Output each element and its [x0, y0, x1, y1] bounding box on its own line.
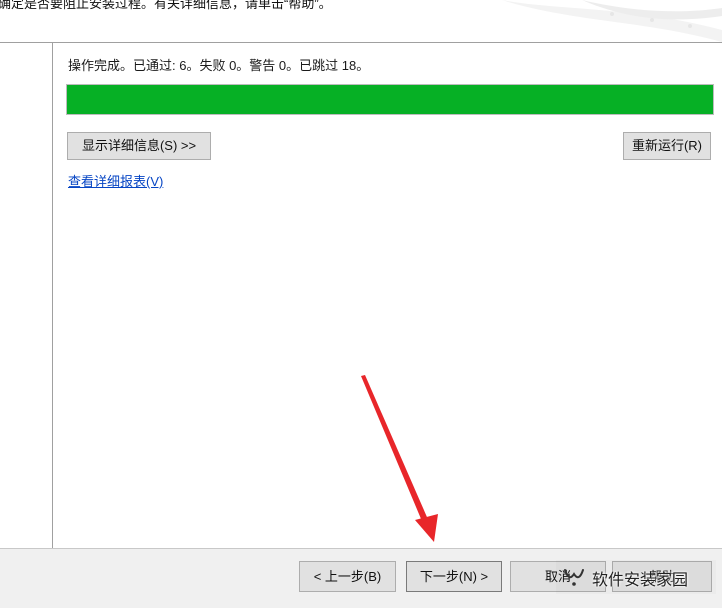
status-summary: 操作完成。已通过: 6。失败 0。警告 0。已跳过 18。 — [68, 55, 369, 74]
wizard-header: 确定是否要阻止安装过程。有关详细信息，请单击“帮助”。 — [0, 0, 722, 42]
show-details-button[interactable]: 显示详细信息(S) >> — [67, 132, 211, 160]
next-button[interactable]: 下一步(N) > — [406, 561, 502, 592]
rerun-button[interactable]: 重新运行(R) — [623, 132, 711, 160]
progress-bar-fill — [67, 85, 713, 114]
watermark-text: 软件安装家园 — [592, 566, 688, 590]
watermark: 软件安装家园 — [556, 560, 716, 594]
navigation-pane — [0, 43, 53, 548]
header-decoration-icon — [462, 0, 722, 42]
view-report-link[interactable]: 查看详细报表(V) — [68, 171, 163, 190]
back-button[interactable]: < 上一步(B) — [299, 561, 396, 592]
header-instruction: 确定是否要阻止安装过程。有关详细信息，请单击“帮助”。 — [0, 0, 332, 12]
wechat-channel-icon — [562, 566, 586, 588]
content-panel: 操作完成。已通过: 6。失败 0。警告 0。已跳过 18。 显示详细信息(S) … — [53, 43, 722, 548]
progress-bar — [66, 84, 714, 115]
